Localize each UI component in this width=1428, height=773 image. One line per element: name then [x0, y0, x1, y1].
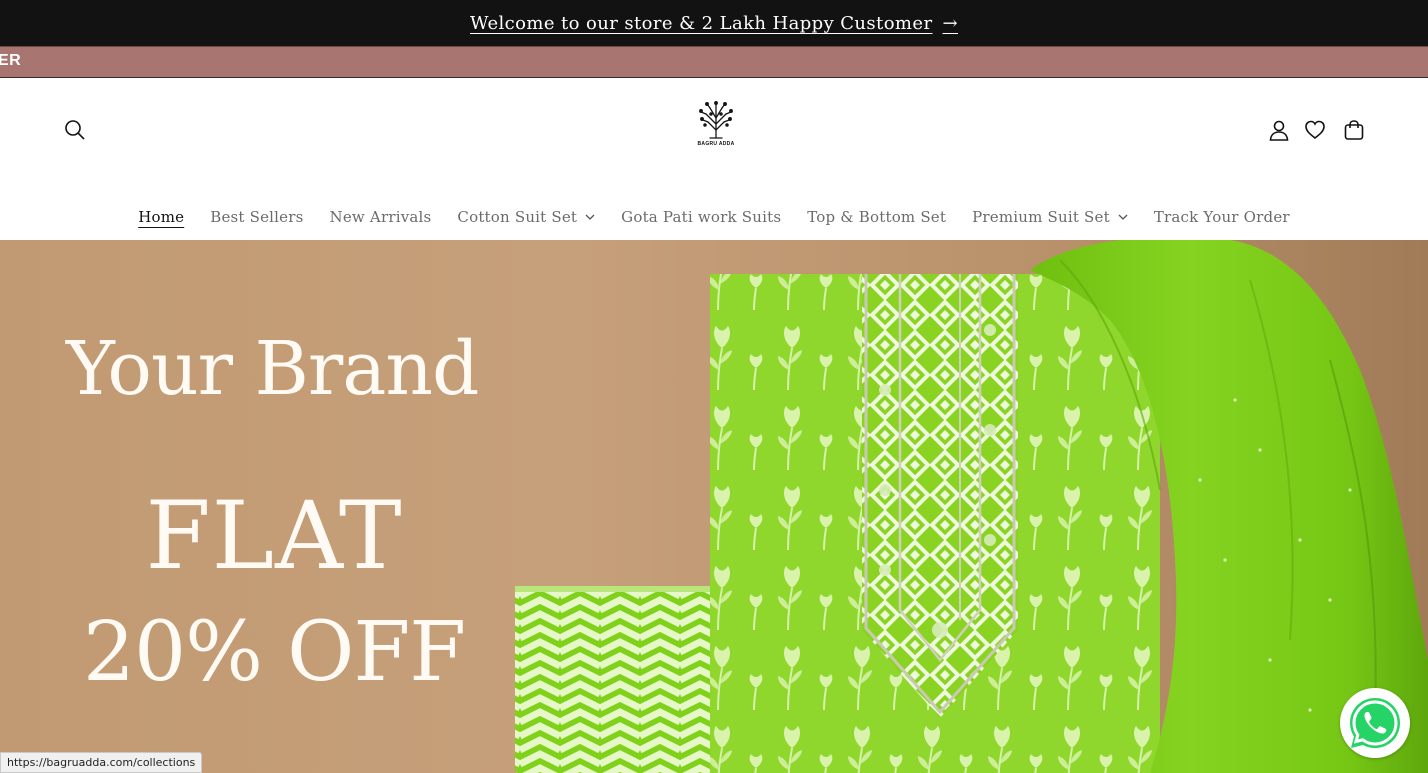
whatsapp-button[interactable] [1340, 688, 1410, 758]
nav-item-home[interactable]: Home [125, 202, 197, 232]
nav-item-premium-suit-set[interactable]: Premium Suit Set [959, 202, 1141, 232]
nav-item-gota-pati-work-suits[interactable]: Gota Pati work Suits [608, 202, 794, 232]
site-logo[interactable]: BAGRU ADDA [690, 100, 742, 148]
nav-item-top-bottom-set[interactable]: Top & Bottom Set [794, 202, 959, 232]
nav-item-label: Premium Suit Set [972, 208, 1110, 226]
logo-text: BAGRU ADDA [697, 141, 735, 147]
site-header: BAGRU ADDA Home Best Sellers New Arrival… [0, 78, 1428, 240]
whatsapp-icon [1344, 692, 1406, 754]
main-nav: Home Best Sellers New Arrivals Cotton Su… [0, 202, 1428, 232]
marquee-bar: ER [0, 46, 1428, 78]
tree-logo-icon [699, 101, 733, 139]
nav-item-label: Cotton Suit Set [457, 208, 578, 226]
nav-item-track-your-order[interactable]: Track Your Order [1141, 202, 1303, 232]
announcement-bar: Welcome to our store & 2 Lakh Happy Cust… [0, 0, 1428, 46]
hero-brand-text: Your Brand [66, 326, 479, 412]
hero-flat-text: FLAT [145, 482, 403, 591]
nav-item-label: New Arrivals [329, 208, 432, 226]
chevron-down-icon [1118, 214, 1128, 220]
nav-item-label: Home [138, 208, 185, 226]
nav-item-label: Track Your Order [1153, 208, 1290, 226]
search-icon[interactable] [58, 113, 92, 147]
nav-item-label: Best Sellers [210, 208, 304, 226]
announcement-text: Welcome to our store & 2 Lakh Happy Cust… [470, 12, 933, 34]
nav-item-label: Top & Bottom Set [807, 208, 947, 226]
nav-item-new-arrivals[interactable]: New Arrivals [317, 202, 445, 232]
chevron-down-icon [585, 214, 595, 220]
marquee-text: ER [0, 52, 22, 69]
nav-item-cotton-suit-set[interactable]: Cotton Suit Set [444, 202, 608, 232]
cart-icon[interactable] [1337, 113, 1371, 147]
wishlist-heart-icon[interactable] [1298, 113, 1332, 147]
hero-offer-text: 20% OFF [82, 605, 466, 700]
hero-banner[interactable]: Your Brand FLAT 20% OFF [0, 240, 1428, 773]
nav-item-best-sellers[interactable]: Best Sellers [197, 202, 316, 232]
browser-status-url: https://bagruadda.com/collections [0, 752, 203, 773]
arrow-right-icon: → [942, 12, 958, 34]
nav-item-label: Gota Pati work Suits [621, 208, 782, 226]
announcement-link[interactable]: Welcome to our store & 2 Lakh Happy Cust… [470, 13, 958, 34]
account-icon[interactable] [1262, 113, 1296, 147]
